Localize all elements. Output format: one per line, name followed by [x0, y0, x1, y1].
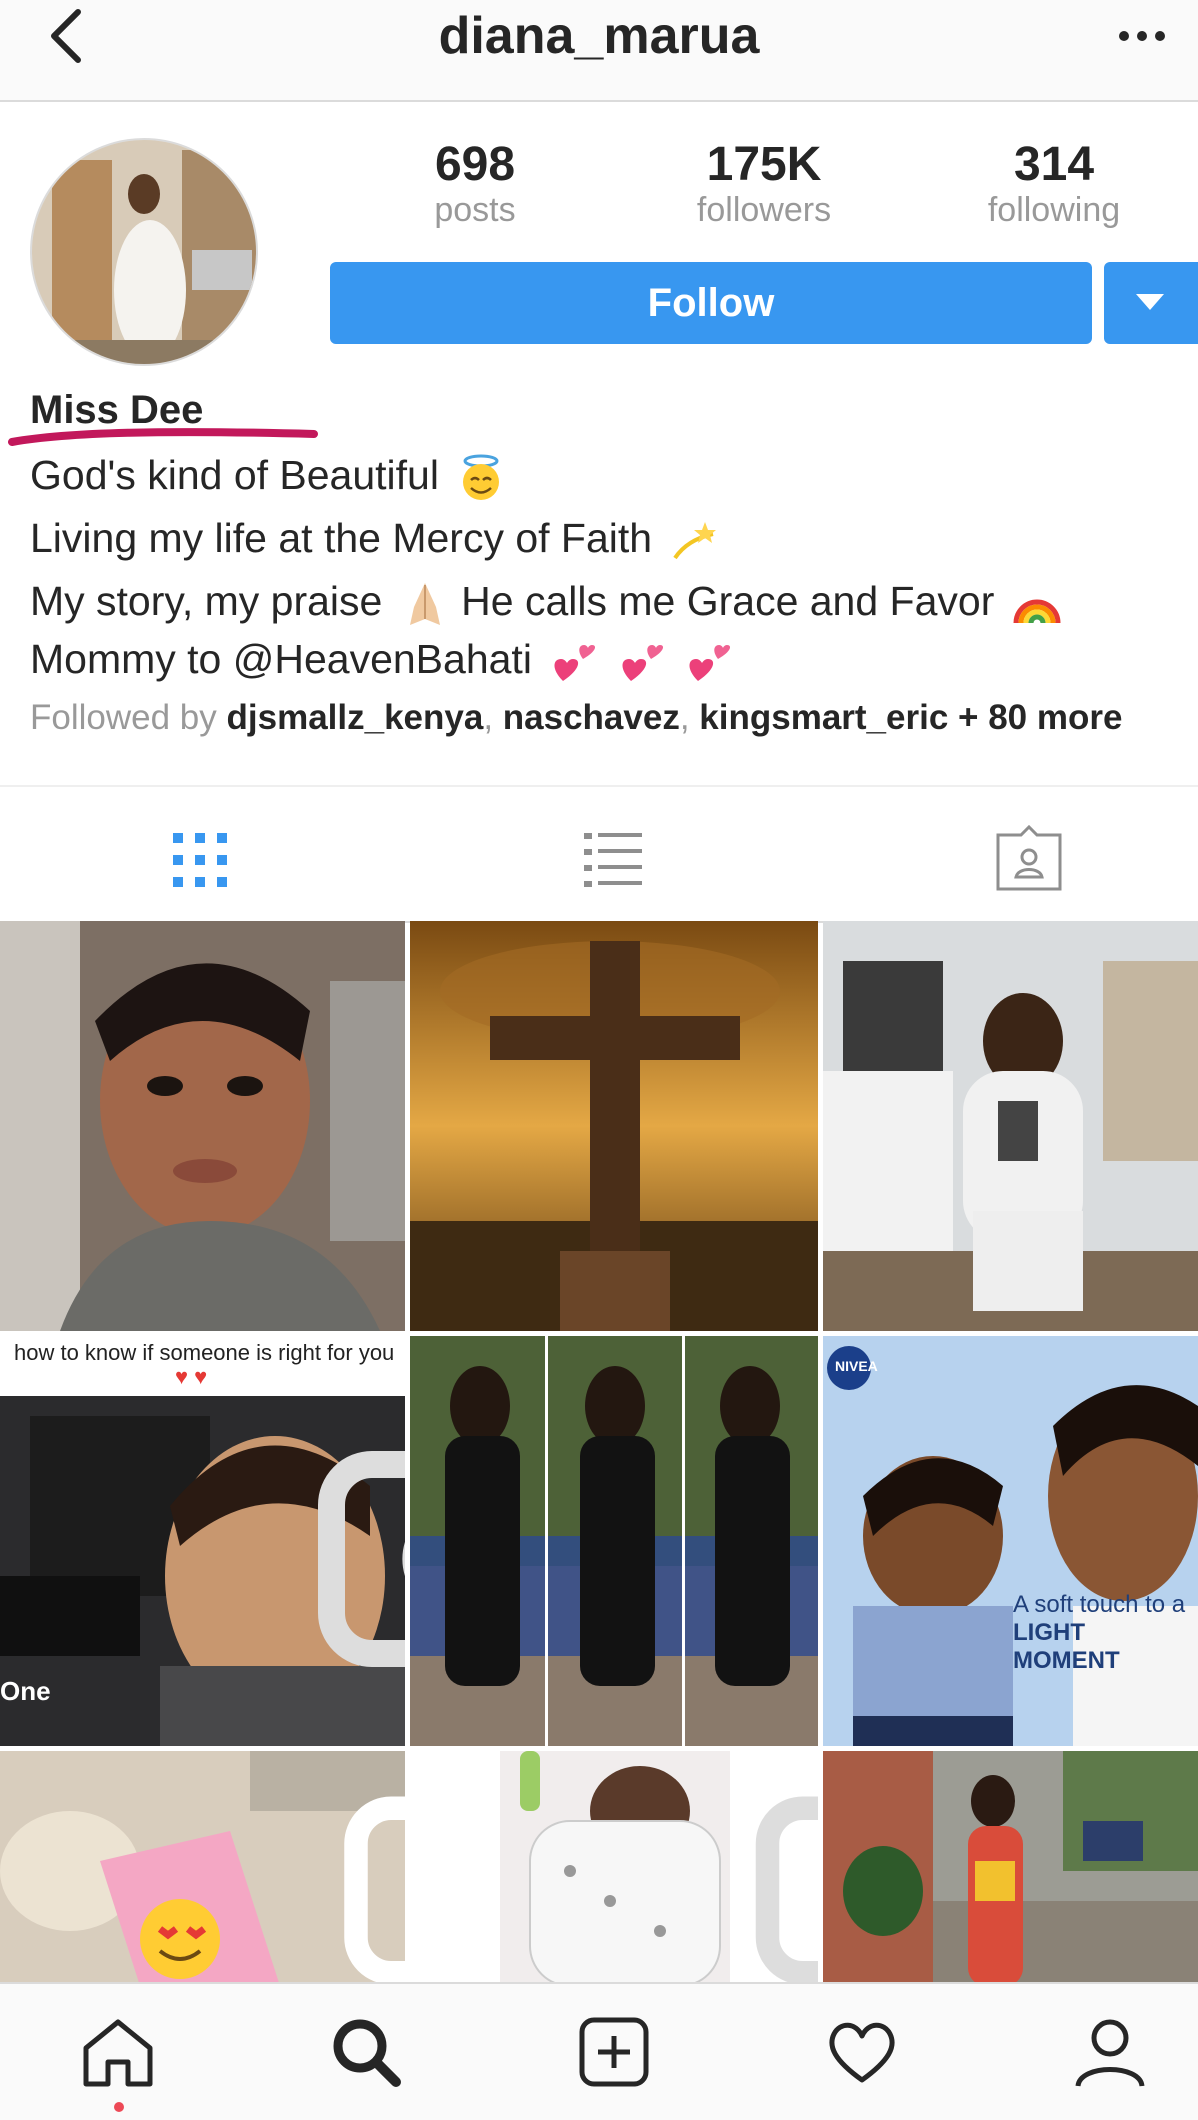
brand-badge: NIVEA	[835, 1358, 878, 1374]
grid-icon[interactable]	[165, 825, 235, 895]
bio-text-1: God's kind of Beautiful	[30, 452, 439, 498]
post-thumbnail[interactable]	[823, 921, 1198, 1331]
bio-line-2: Living my life at the Mercy of Faith	[30, 515, 719, 566]
followed-by-prefix: Followed by	[30, 698, 217, 737]
bio-text-4: Mommy to @HeavenBahati	[30, 636, 532, 682]
add-post-icon[interactable]	[576, 2014, 652, 2090]
dizzy-star-emoji-icon	[673, 522, 717, 560]
activity-heart-icon[interactable]	[824, 2014, 900, 2090]
more-horizontal-icon[interactable]	[1112, 14, 1172, 54]
post-thumbnail[interactable]: NIVEA A soft touch to a LIGHT MOMENT	[823, 1336, 1198, 1746]
top-bar: diana_marua	[0, 0, 1198, 102]
suggestions-dropdown-button[interactable]	[1104, 262, 1198, 344]
posts-count: 698	[434, 138, 516, 191]
stat-followers[interactable]: 175K followers	[644, 138, 884, 231]
list-icon[interactable]	[578, 825, 648, 895]
post-thumbnail[interactable]	[823, 1751, 1198, 1986]
two-hearts-icon	[689, 645, 731, 682]
post-thumbnail[interactable]	[410, 1751, 818, 1986]
search-icon[interactable]	[328, 2014, 404, 2090]
follower-link[interactable]: naschavez	[503, 698, 680, 737]
bio-line-4: Mommy to @HeavenBahati	[30, 636, 734, 687]
notification-dot	[114, 2102, 124, 2112]
tagged-icon[interactable]	[994, 825, 1064, 895]
stat-following[interactable]: 314 following	[934, 138, 1174, 231]
followed-by-text[interactable]: Followed by djsmallz_kenya, naschavez, k…	[30, 698, 1122, 738]
post-thumbnail[interactable]	[0, 1751, 405, 1986]
angel-emoji-icon	[463, 454, 500, 501]
bio-line-1: God's kind of Beautiful	[30, 452, 506, 503]
two-hearts-icon	[554, 645, 596, 682]
follower-link[interactable]: djsmallz_kenya	[227, 698, 484, 737]
ad-text-1: A soft touch to a	[1013, 1591, 1186, 1618]
bottom-nav	[0, 1982, 1198, 2120]
stat-posts: 698 posts	[355, 138, 595, 231]
post-thumbnail[interactable]	[0, 921, 405, 1331]
triangle-down-icon	[1136, 294, 1164, 310]
home-icon[interactable]	[80, 2014, 156, 2090]
profile-username: diana_marua	[438, 7, 760, 65]
two-hearts-icon	[622, 645, 663, 682]
profile-tabs	[0, 785, 1198, 923]
posts-label: posts	[434, 191, 516, 230]
followers-label: followers	[696, 191, 832, 230]
video-icon	[755, 1796, 818, 1985]
bio-line-3: My story, my praise He calls me Grace an…	[30, 578, 1062, 629]
ad-text-2: LIGHT MOMENT	[1013, 1619, 1120, 1674]
avatar[interactable]	[30, 138, 258, 366]
bio-text-2: Living my life at the Mercy of Faith	[30, 515, 653, 561]
post-thumbnail[interactable]	[410, 921, 818, 1331]
bio-text-3b: He calls me Grace and Favor	[461, 578, 995, 624]
video-overlay-text: One	[0, 1676, 51, 1706]
post-thumbnail[interactable]: how to know if someone is right for you …	[0, 1336, 405, 1746]
following-label: following	[987, 191, 1121, 230]
following-count: 314	[1013, 138, 1095, 191]
followers-count: 175K	[706, 138, 822, 191]
rainbow-icon	[1013, 599, 1061, 624]
follower-link[interactable]: kingsmart_eric	[699, 698, 948, 737]
follow-button[interactable]: Follow	[330, 262, 1092, 344]
video-icon	[318, 1451, 405, 1667]
profile-icon[interactable]	[1072, 2014, 1148, 2090]
hearts-text: ♥ ♥	[175, 1364, 208, 1389]
post-thumbnail[interactable]	[410, 1336, 818, 1746]
praying-hands-icon	[409, 583, 440, 626]
bio-text-3a: My story, my praise	[30, 578, 383, 624]
video-icon	[344, 1796, 405, 1985]
highlight-underline	[8, 428, 318, 446]
followed-more[interactable]: + 80 more	[958, 698, 1122, 737]
